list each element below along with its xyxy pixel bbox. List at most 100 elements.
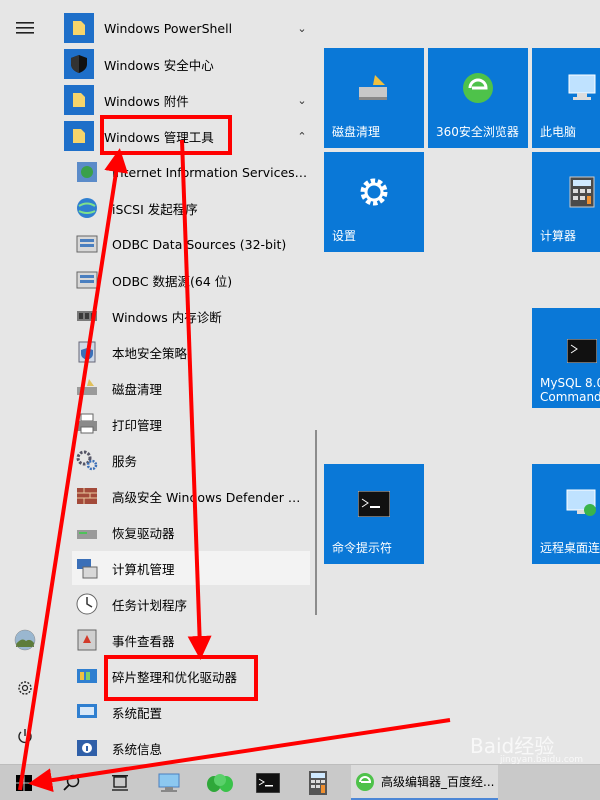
tile-calculator[interactable]: 计算器 xyxy=(532,152,600,252)
network-pc-icon[interactable] xyxy=(146,765,194,800)
firewall-icon xyxy=(72,480,102,512)
app-label: iSCSI 发起程序 xyxy=(112,201,198,217)
tile-label: 磁盘清理 xyxy=(332,125,381,139)
app-list-scrollbar[interactable] xyxy=(315,430,317,615)
folder-label: Windows 管理工具 xyxy=(104,129,214,145)
tile-mysql[interactable]: MySQL 8.0 Command xyxy=(532,308,600,408)
app-item-memory-diagnostic[interactable]: Windows 内存诊断 xyxy=(72,299,310,333)
shield-icon xyxy=(64,49,94,79)
app-item-local-security-policy[interactable]: 本地安全策略 xyxy=(72,335,310,369)
app-item-disk-cleanup[interactable]: 磁盘清理 xyxy=(72,371,310,405)
tile-label: 此电脑 xyxy=(540,125,577,139)
tile-remote-desktop[interactable]: 远程桌面连 xyxy=(532,464,600,564)
leaf-app-icon[interactable] xyxy=(196,765,244,800)
app-item-odbc64[interactable]: ODBC 数据源(64 位) xyxy=(72,263,310,297)
app-item-services[interactable]: 服务 xyxy=(72,443,310,477)
tile-360-browser[interactable]: 360安全浏览器 xyxy=(428,48,528,148)
user-avatar-icon[interactable] xyxy=(0,620,50,660)
settings-gear-icon[interactable] xyxy=(0,668,50,708)
folder-label: Windows 安全中心 xyxy=(104,57,214,73)
tile-this-pc[interactable]: 此电脑 xyxy=(532,48,600,148)
app-label: ODBC 数据源(64 位) xyxy=(112,273,233,289)
tile-label: 设置 xyxy=(332,229,357,243)
app-label: 计算机管理 xyxy=(112,561,175,577)
app-label: 打印管理 xyxy=(112,417,163,433)
folder-windows-admin-tools[interactable]: Windows 管理工具 ⌃ xyxy=(64,119,310,153)
baidu-watermark: Baid经验 jingyan.baidu.com xyxy=(470,730,583,765)
app-list: Windows PowerShell ⌄ Windows 安全中心 Window… xyxy=(50,0,320,764)
clock-icon xyxy=(72,588,102,620)
tile-command-prompt[interactable]: 命令提示符 xyxy=(324,464,424,564)
app-label: 系统信息 xyxy=(112,741,163,757)
app-item-event-viewer[interactable]: 事件查看器 xyxy=(72,623,310,657)
tile-label: MySQL 8.0 Command xyxy=(540,376,600,404)
folder-icon xyxy=(64,121,94,151)
app-label: 事件查看器 xyxy=(112,633,175,649)
hamburger-menu-icon[interactable] xyxy=(0,8,50,48)
settings-gear-icon xyxy=(357,175,391,213)
services-gears-icon xyxy=(72,444,102,476)
disk-cleanup-icon xyxy=(357,73,391,107)
tile-settings[interactable]: 设置 xyxy=(324,152,424,252)
iis-icon xyxy=(72,156,102,188)
tile-disk-cleanup[interactable]: 磁盘清理 xyxy=(324,48,424,148)
app-label: 高级安全 Windows Defender 防... xyxy=(112,489,310,505)
tile-label: 命令提示符 xyxy=(332,541,393,555)
folder-icon xyxy=(64,85,94,115)
browser-360-icon xyxy=(355,772,375,792)
iscsi-globe-icon xyxy=(72,192,102,224)
app-item-task-scheduler[interactable]: 任务计划程序 xyxy=(72,587,310,621)
calculator-icon[interactable] xyxy=(294,765,342,800)
taskbar-window-title: 高级编辑器_百度经... xyxy=(381,775,495,789)
search-icon[interactable] xyxy=(48,765,96,800)
app-label: 磁盘清理 xyxy=(112,381,163,397)
defrag-icon xyxy=(72,660,102,692)
event-viewer-icon xyxy=(72,624,102,656)
tile-label: 计算器 xyxy=(540,229,577,243)
tile-label: 远程桌面连 xyxy=(540,541,600,555)
app-label: Internet Information Services (II... xyxy=(112,164,310,180)
start-icon[interactable] xyxy=(0,765,48,800)
app-label: Windows 内存诊断 xyxy=(112,309,222,325)
mysql-icon xyxy=(566,338,598,367)
start-menu-rail xyxy=(0,0,50,764)
app-item-computer-management[interactable]: 计算机管理 xyxy=(72,551,310,585)
folder-windows-powershell[interactable]: Windows PowerShell ⌄ xyxy=(64,11,310,45)
app-label: 本地安全策略 xyxy=(112,345,188,361)
cmd-icon xyxy=(357,490,391,521)
memory-chip-icon xyxy=(72,300,102,332)
system-info-icon xyxy=(72,732,102,764)
app-item-odbc32[interactable]: ODBC Data Sources (32-bit) xyxy=(72,227,310,261)
odbc-icon xyxy=(72,228,102,260)
app-item-recovery-drive[interactable]: 恢复驱动器 xyxy=(72,515,310,549)
tile-label: 360安全浏览器 xyxy=(436,125,519,139)
folder-windows-accessories[interactable]: Windows 附件 ⌄ xyxy=(64,83,310,117)
security-policy-icon xyxy=(72,336,102,368)
calculator-icon xyxy=(569,176,595,212)
app-label: ODBC Data Sources (32-bit) xyxy=(112,236,287,252)
app-label: 系统配置 xyxy=(112,705,163,721)
app-item-iscsi[interactable]: iSCSI 发起程序 xyxy=(72,191,310,225)
chevron-up-icon: ⌃ xyxy=(297,129,307,143)
taskbar-browser-window[interactable]: 高级编辑器_百度经... xyxy=(351,765,498,800)
chevron-down-icon: ⌄ xyxy=(297,21,307,35)
power-icon[interactable] xyxy=(0,716,50,756)
computer-management-icon xyxy=(72,552,102,584)
task-view-icon[interactable] xyxy=(96,765,144,800)
app-label: 任务计划程序 xyxy=(112,597,188,613)
app-label: 服务 xyxy=(112,453,138,469)
app-label: 恢复驱动器 xyxy=(112,525,175,541)
folder-label: Windows 附件 xyxy=(104,93,189,109)
app-item-defender-firewall[interactable]: 高级安全 Windows Defender 防... xyxy=(72,479,310,513)
app-item-system-config[interactable]: 系统配置 xyxy=(72,695,310,729)
folder-windows-security[interactable]: Windows 安全中心 xyxy=(64,47,310,81)
odbc-icon xyxy=(72,264,102,296)
watermark-subtext: jingyan.baidu.com xyxy=(500,755,584,765)
app-item-system-info[interactable]: 系统信息 xyxy=(72,731,310,764)
system-config-icon xyxy=(72,696,102,728)
cmd-icon[interactable] xyxy=(244,765,292,800)
remote-desktop-icon xyxy=(565,488,599,524)
app-item-iis[interactable]: Internet Information Services (II... xyxy=(72,155,310,189)
app-item-print-management[interactable]: 打印管理 xyxy=(72,407,310,441)
app-item-defragment[interactable]: 碎片整理和优化驱动器 xyxy=(72,659,310,693)
